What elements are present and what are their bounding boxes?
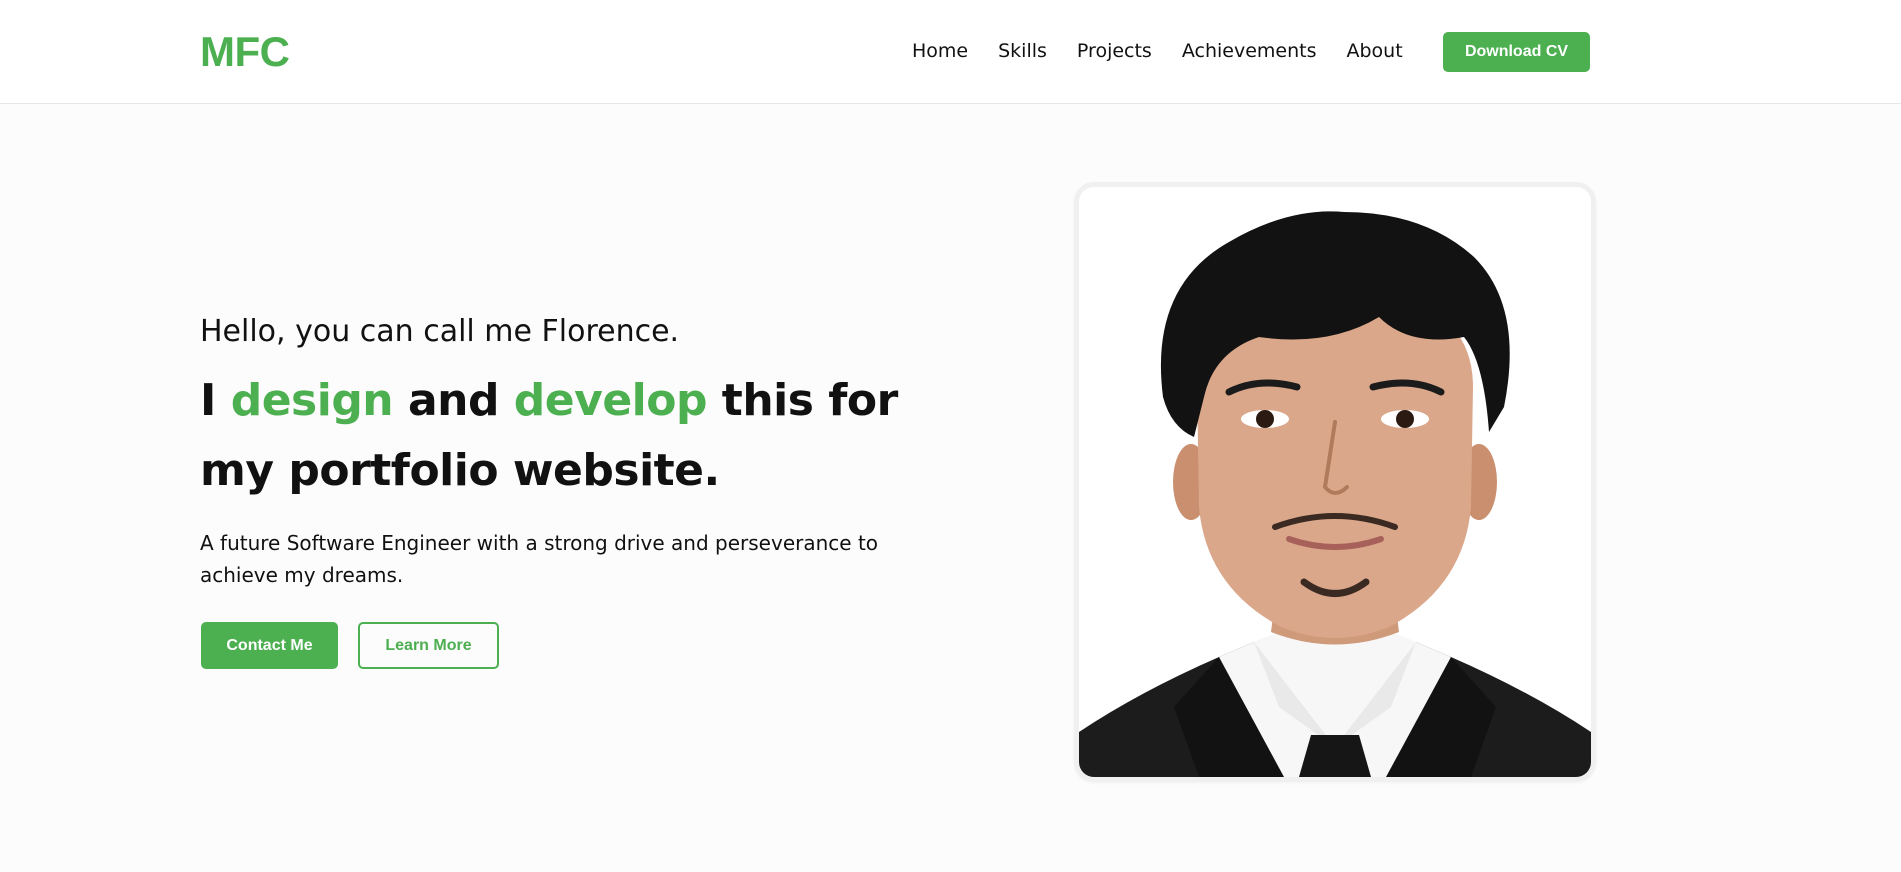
nav-links: Home Skills Projects Achievements About [912, 38, 1403, 64]
download-cv-button[interactable]: Download CV [1443, 32, 1590, 72]
nav-link-about[interactable]: About [1346, 38, 1402, 64]
headline-part-1: I [200, 375, 231, 426]
nav-link-achievements[interactable]: Achievements [1182, 38, 1317, 64]
navbar: MFC Home Skills Projects Achievements Ab… [0, 0, 1901, 104]
headline-accent-design: design [230, 375, 394, 426]
profile-photo [1074, 182, 1596, 782]
contact-me-button[interactable]: Contact Me [201, 622, 338, 669]
hero-greeting: Hello, you can call me Florence. [200, 314, 680, 349]
nav-link-home[interactable]: Home [912, 38, 968, 64]
logo[interactable]: MFC [200, 30, 290, 74]
nav-link-skills[interactable]: Skills [998, 38, 1047, 64]
learn-more-button[interactable]: Learn More [358, 622, 499, 669]
portrait-illustration [1079, 187, 1591, 777]
hero-headline: I design and develop this for my portfol… [200, 366, 960, 506]
headline-accent-develop: develop [513, 375, 708, 426]
hero-tagline: A future Software Engineer with a strong… [200, 531, 879, 587]
nav-link-projects[interactable]: Projects [1077, 38, 1152, 64]
headline-part-2: and [393, 375, 514, 426]
